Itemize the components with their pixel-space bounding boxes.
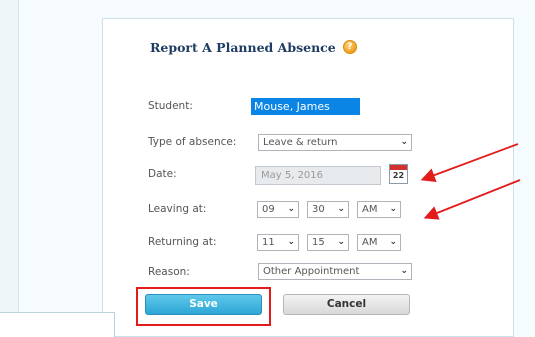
time-arrow: [423, 179, 521, 220]
bottom-left-panel: [0, 312, 115, 337]
annotation-arrows: [420, 143, 521, 220]
calendar-arrow: [420, 143, 519, 182]
